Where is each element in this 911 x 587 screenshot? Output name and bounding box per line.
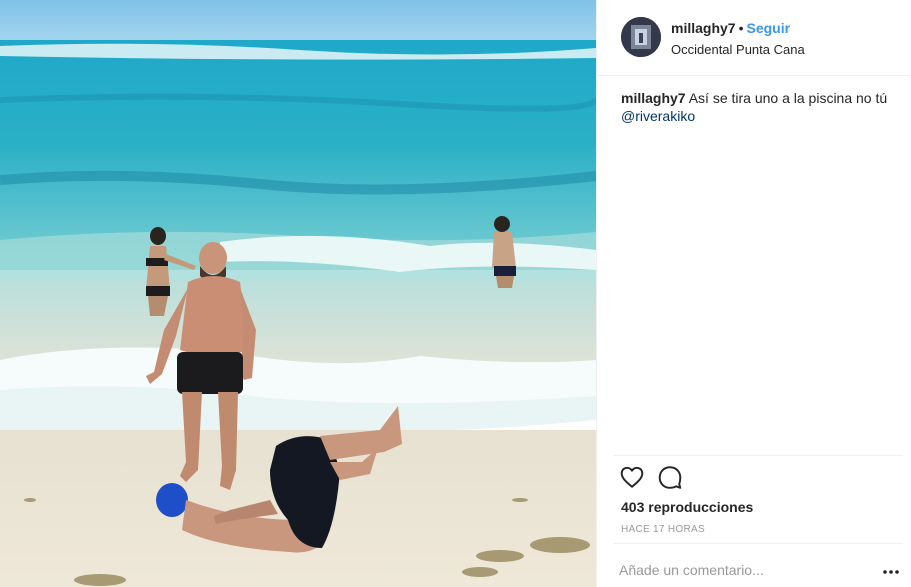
comment-input[interactable]: [619, 557, 869, 583]
more-options-icon[interactable]: [881, 562, 901, 582]
avatar[interactable]: [621, 17, 661, 57]
post-timestamp: HACE 17 HORAS: [621, 524, 705, 535]
profile-picture: [621, 17, 661, 57]
header-line: millaghy7 • Seguir: [671, 20, 790, 36]
username-link[interactable]: millaghy7: [671, 20, 736, 36]
separator-dot: •: [738, 20, 744, 36]
beach-video-frame: [0, 0, 596, 587]
location-link[interactable]: Occidental Punta Cana: [671, 42, 805, 57]
divider: [613, 455, 903, 456]
divider: [613, 543, 903, 544]
mention-link[interactable]: @riverakiko: [621, 108, 695, 124]
caption-text: Así se tira uno a la piscina no tú: [685, 90, 888, 106]
caption: millaghy7 Así se tira uno a la piscina n…: [621, 89, 891, 125]
view-count: 403 reproducciones: [621, 499, 754, 515]
post-details-panel: millaghy7 • Seguir Occidental Punta Cana m…: [596, 0, 911, 587]
comment-bubble-icon[interactable]: [657, 464, 683, 490]
follow-button[interactable]: Seguir: [747, 20, 791, 36]
post-header: millaghy7 • Seguir Occidental Punta Cana: [597, 0, 910, 76]
post-video[interactable]: [0, 0, 596, 587]
heart-icon[interactable]: [619, 464, 645, 490]
caption-username[interactable]: millaghy7: [621, 90, 686, 106]
